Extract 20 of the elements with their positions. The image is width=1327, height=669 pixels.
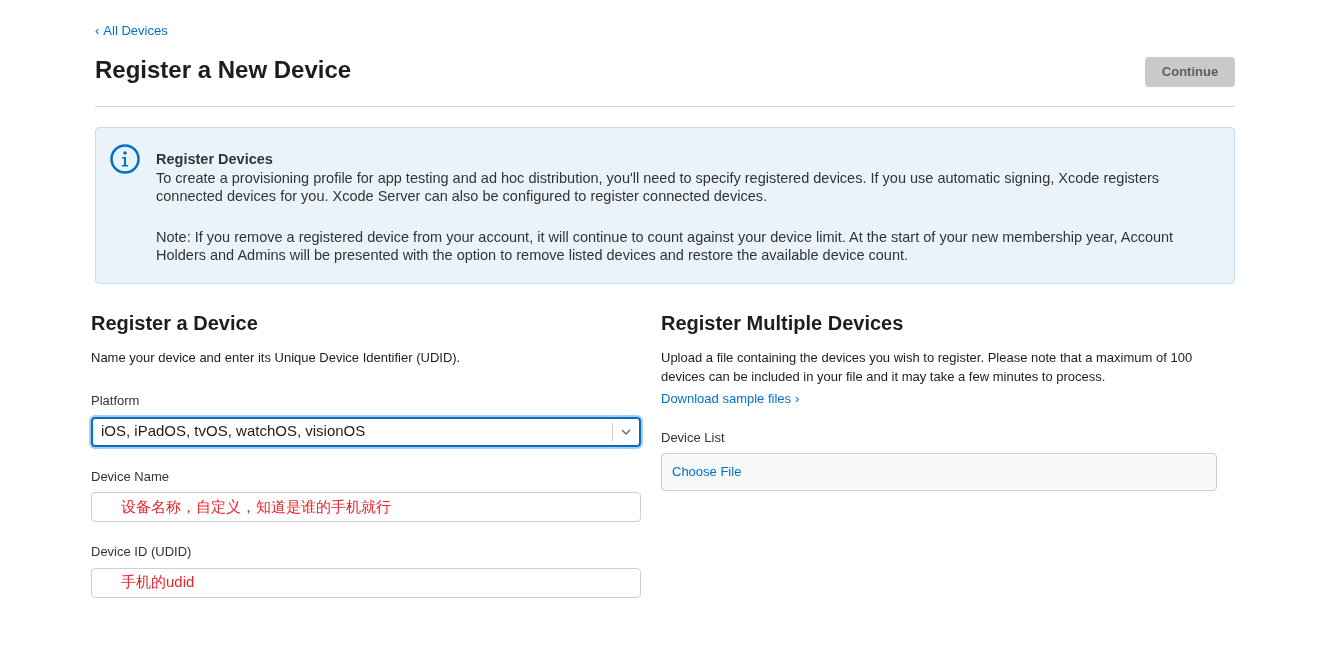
choose-file-button[interactable]: Choose File — [661, 453, 1217, 491]
field-label: Platform — [91, 392, 141, 410]
section-title: Register a Device — [91, 310, 259, 336]
page-title: Register a New Device — [95, 55, 352, 85]
section-description: Name your device and enter its Unique Device Identifier (UDID). — [91, 348, 462, 367]
field-label: Device List — [661, 428, 726, 447]
info-paragraph: To create a provisioning profile for app testing and ad hoc distribution, you'll need to specify registered devices. If you use automatic signing, Xcode registers connected devices for you. Xcode Server can also be configured to register connected devices. — [156, 168, 1161, 206]
section-title: Register Multiple Devices — [661, 310, 905, 336]
platform-select[interactable]: iOS, iPadOS, tvOS, watchOS, visionOS — [91, 416, 641, 447]
info-icon — [110, 144, 140, 174]
input-field[interactable]: 设备名称，自定义，知道是谁的手机就行 — [91, 492, 641, 522]
info-title: Register Devices — [156, 150, 274, 169]
info-paragraph: Note: If you remove a registered device from your account, it will continue to count against your device limit. At the start of your new membership year, Account Holders and Admins will be presented with the option to remove listed devices and restore the available device count. — [156, 227, 1175, 265]
field-label: Device Name — [91, 467, 171, 486]
field-label: Device ID (UDID) — [91, 543, 193, 561]
section-description: Upload a file containing the devices you wish to register. Please note that a maximum of 100 devices can be included in your file and it may take a few minutes to process. — [661, 348, 1194, 386]
input-field[interactable]: 手机的udid — [91, 567, 641, 598]
chevron-down-icon — [621, 428, 631, 435]
download-link[interactable]: Download sample files › — [661, 388, 800, 408]
back-link[interactable]: ‹ All Devices — [95, 21, 168, 41]
